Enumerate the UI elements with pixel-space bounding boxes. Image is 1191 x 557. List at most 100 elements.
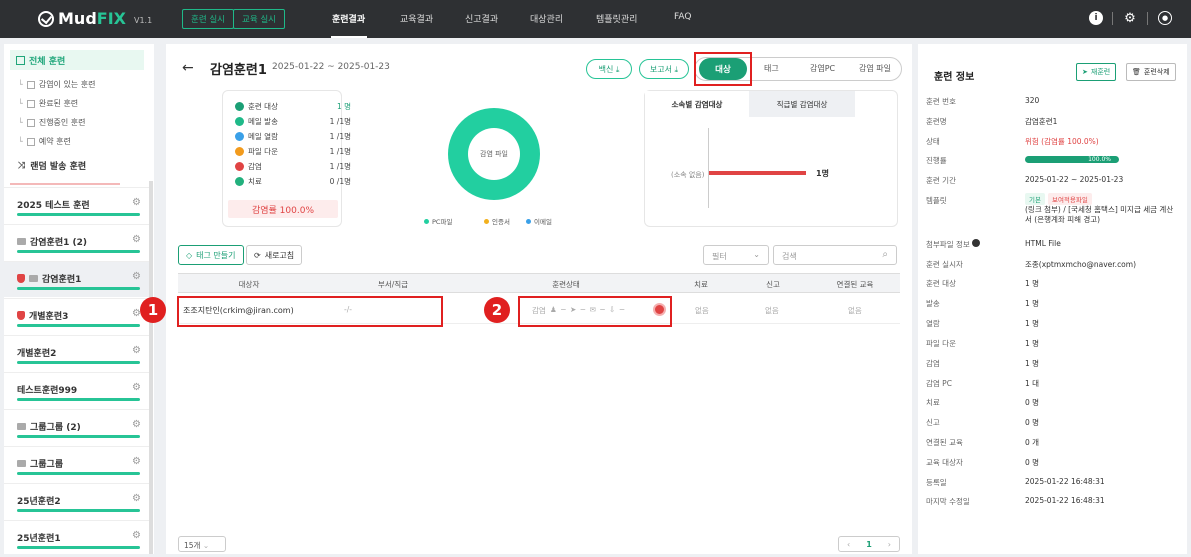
filter-label: 예약 훈련 (38, 137, 71, 146)
segment-infected-pc[interactable]: 감염PC (810, 63, 835, 74)
info-icon[interactable] (972, 239, 981, 247)
group-label: 25년훈련1 (17, 534, 61, 544)
checkbox[interactable] (26, 137, 35, 146)
gear-icon[interactable]: ⚙ (132, 456, 141, 467)
folder-icon (17, 423, 26, 430)
back-arrow-icon[interactable]: ← (182, 60, 194, 76)
sidebar-filter-in-progress[interactable]: └ 진행중인 훈련 (18, 117, 86, 128)
column-header[interactable]: 대상자 (178, 279, 320, 290)
column-header[interactable]: 치료 (666, 279, 736, 290)
delete-training-button[interactable]: 🗑 훈련삭제 (1126, 63, 1176, 81)
gear-icon[interactable]: ⚙ (132, 419, 141, 430)
nav-education-results[interactable]: 교육결과 (400, 12, 433, 25)
training-result-panel: ← 감염훈련1 2025-01-22 ~ 2025-01-23 백신 ⤓ 보고서… (140, 44, 912, 554)
stat-label: 치료 (248, 177, 262, 186)
mudfix-logo[interactable]: Mud FIX V1.1 (38, 9, 152, 28)
refresh-button[interactable]: ⟳ 새로고침 (246, 245, 303, 265)
stat-row: 메일 열람 (235, 131, 278, 142)
run-training-button[interactable]: 훈련 실시 (182, 9, 234, 29)
stat-label: 감염 (248, 162, 262, 171)
filter-label: 감염이 있는 훈련 (38, 80, 96, 89)
info-label: 등록일 (926, 478, 947, 487)
sidebar-scrollbar[interactable] (149, 181, 153, 554)
stat-label: 훈련 대상 (248, 102, 278, 111)
column-header[interactable]: 부서/직급 (320, 279, 466, 290)
sidebar-group-item[interactable]: 개별훈련3 ⚙ (4, 298, 149, 334)
prev-page-icon[interactable]: ‹ (847, 540, 850, 549)
segment-infected-file[interactable]: 감염 파일 (859, 63, 891, 74)
top-navigation-bar: Mud FIX V1.1 훈련 실시 교육 실시 훈련결과 교육결과 신고결과 대… (0, 0, 1191, 38)
sidebar-group-item[interactable]: 25년훈련2 ⚙ (4, 483, 149, 519)
gear-icon[interactable]: ⚙ (132, 530, 141, 541)
nav-template-management[interactable]: 템플릿관리 (596, 12, 637, 25)
nav-training-results[interactable]: 훈련결과 (332, 12, 365, 25)
send-icon (235, 117, 244, 126)
vaccine-download-button[interactable]: 백신 ⤓ (586, 59, 632, 79)
template-tags: 기본 보여적용파일 (1025, 193, 1095, 205)
filter-select[interactable]: 필터 ⌄ (703, 245, 769, 265)
sidebar-group-item[interactable]: 2025 테스트 훈련 ⚙ (4, 187, 149, 223)
current-page[interactable]: 1 (866, 540, 872, 549)
group-progress-bar (17, 398, 140, 401)
search-placeholder: 검색 (782, 252, 797, 261)
segment-tag[interactable]: 태그 (764, 63, 779, 74)
run-education-button[interactable]: 교육 실시 (233, 9, 285, 29)
training-info-panel: 훈련 정보 ➤ 재훈련 🗑 훈련삭제 훈련 번호 320 훈련명 감염훈련1 상태 … (918, 44, 1187, 554)
training-dates: 2025-01-22 ~ 2025-01-23 (272, 62, 390, 72)
gear-icon[interactable]: ⚙ (132, 382, 141, 393)
info-value: 1 명 (1025, 339, 1040, 348)
next-page-icon[interactable]: › (888, 540, 891, 549)
column-header[interactable]: 훈련상태 (466, 279, 666, 290)
search-input[interactable]: 검색 ⌕ (773, 245, 897, 265)
gear-icon[interactable]: ⚙ (132, 271, 141, 282)
sidebar-filter-infected[interactable]: └ 감염이 있는 훈련 (18, 79, 95, 90)
nav-faq[interactable]: FAQ (674, 12, 691, 22)
progress-bar: 100.0% (1025, 156, 1119, 163)
tab-by-position[interactable]: 직급별 감염대상 (749, 91, 855, 117)
gear-icon[interactable]: ⚙ (132, 493, 141, 504)
checkbox[interactable] (26, 118, 35, 127)
folder-icon (29, 275, 38, 282)
tab-by-department[interactable]: 소속별 감염대상 (645, 91, 749, 117)
checkbox[interactable] (26, 80, 35, 89)
gear-icon[interactable]: ⚙ (132, 197, 141, 208)
sidebar-group-item[interactable]: 25년훈련1 ⚙ (4, 520, 149, 556)
sidebar-random-training[interactable]: ⤨ 랜덤 발송 훈련 (18, 159, 86, 173)
report-download-button[interactable]: 보고서 ⤓ (639, 59, 689, 79)
nav-target-management[interactable]: 대상관리 (530, 12, 563, 25)
mail-open-icon (235, 132, 244, 141)
sidebar-group-item[interactable]: 그룹그룹 ⚙ (4, 446, 149, 482)
gear-icon[interactable]: ⚙ (132, 234, 141, 245)
user-icon[interactable]: ● (1158, 11, 1172, 25)
page-size-select[interactable]: 15개 ⌄ (178, 536, 226, 552)
sidebar-group-item[interactable]: 감염훈련1 (2) ⚙ (4, 224, 149, 260)
sidebar-all-trainings[interactable]: 전체 훈련 (10, 50, 144, 70)
sidebar-group-item-selected[interactable]: 감염훈련1 ⚙ (4, 261, 149, 297)
bar-value-label: 1명 (816, 169, 829, 178)
info-icon[interactable]: i (1089, 11, 1103, 25)
create-tag-button[interactable]: ◇ 태그 만들기 (178, 245, 244, 265)
sidebar-group-item[interactable]: 그룹그룹 (2) ⚙ (4, 409, 149, 445)
filter-label: 진행중인 훈련 (38, 118, 86, 127)
column-header[interactable]: 신고 (736, 279, 810, 290)
highlight-box (177, 296, 443, 327)
pagination: ‹ 1 › (838, 536, 900, 552)
checkbox[interactable] (26, 99, 35, 108)
stat-value: 1 /1명 (329, 132, 351, 141)
info-value: 2025-01-22 16:48:31 (1025, 496, 1105, 505)
sidebar-group-item[interactable]: 개별훈련2 ⚙ (4, 335, 149, 371)
status-value: 위험 (감염률 100.0%) (1025, 137, 1099, 146)
sidebar-filter-reserved[interactable]: └ 예약 훈련 (18, 136, 71, 147)
page-size-value: 15개 (184, 541, 201, 550)
sidebar-filter-completed[interactable]: └ 완료된 훈련 (18, 98, 78, 109)
info-label: 첨부파일 정보 (926, 240, 970, 249)
refresh-icon: ⟳ (254, 250, 261, 260)
gear-icon[interactable]: ⚙ (132, 345, 141, 356)
column-header[interactable]: 연결된 교육 (810, 279, 900, 290)
retrain-button[interactable]: ➤ 재훈련 (1076, 63, 1117, 81)
bar-category-label: (소속 없음) (671, 171, 705, 179)
nav-report-results[interactable]: 신고결과 (465, 12, 498, 25)
gear-icon[interactable]: ⚙ (1123, 11, 1137, 26)
divider (1112, 12, 1113, 25)
sidebar-group-item[interactable]: 테스트훈련999 ⚙ (4, 372, 149, 408)
